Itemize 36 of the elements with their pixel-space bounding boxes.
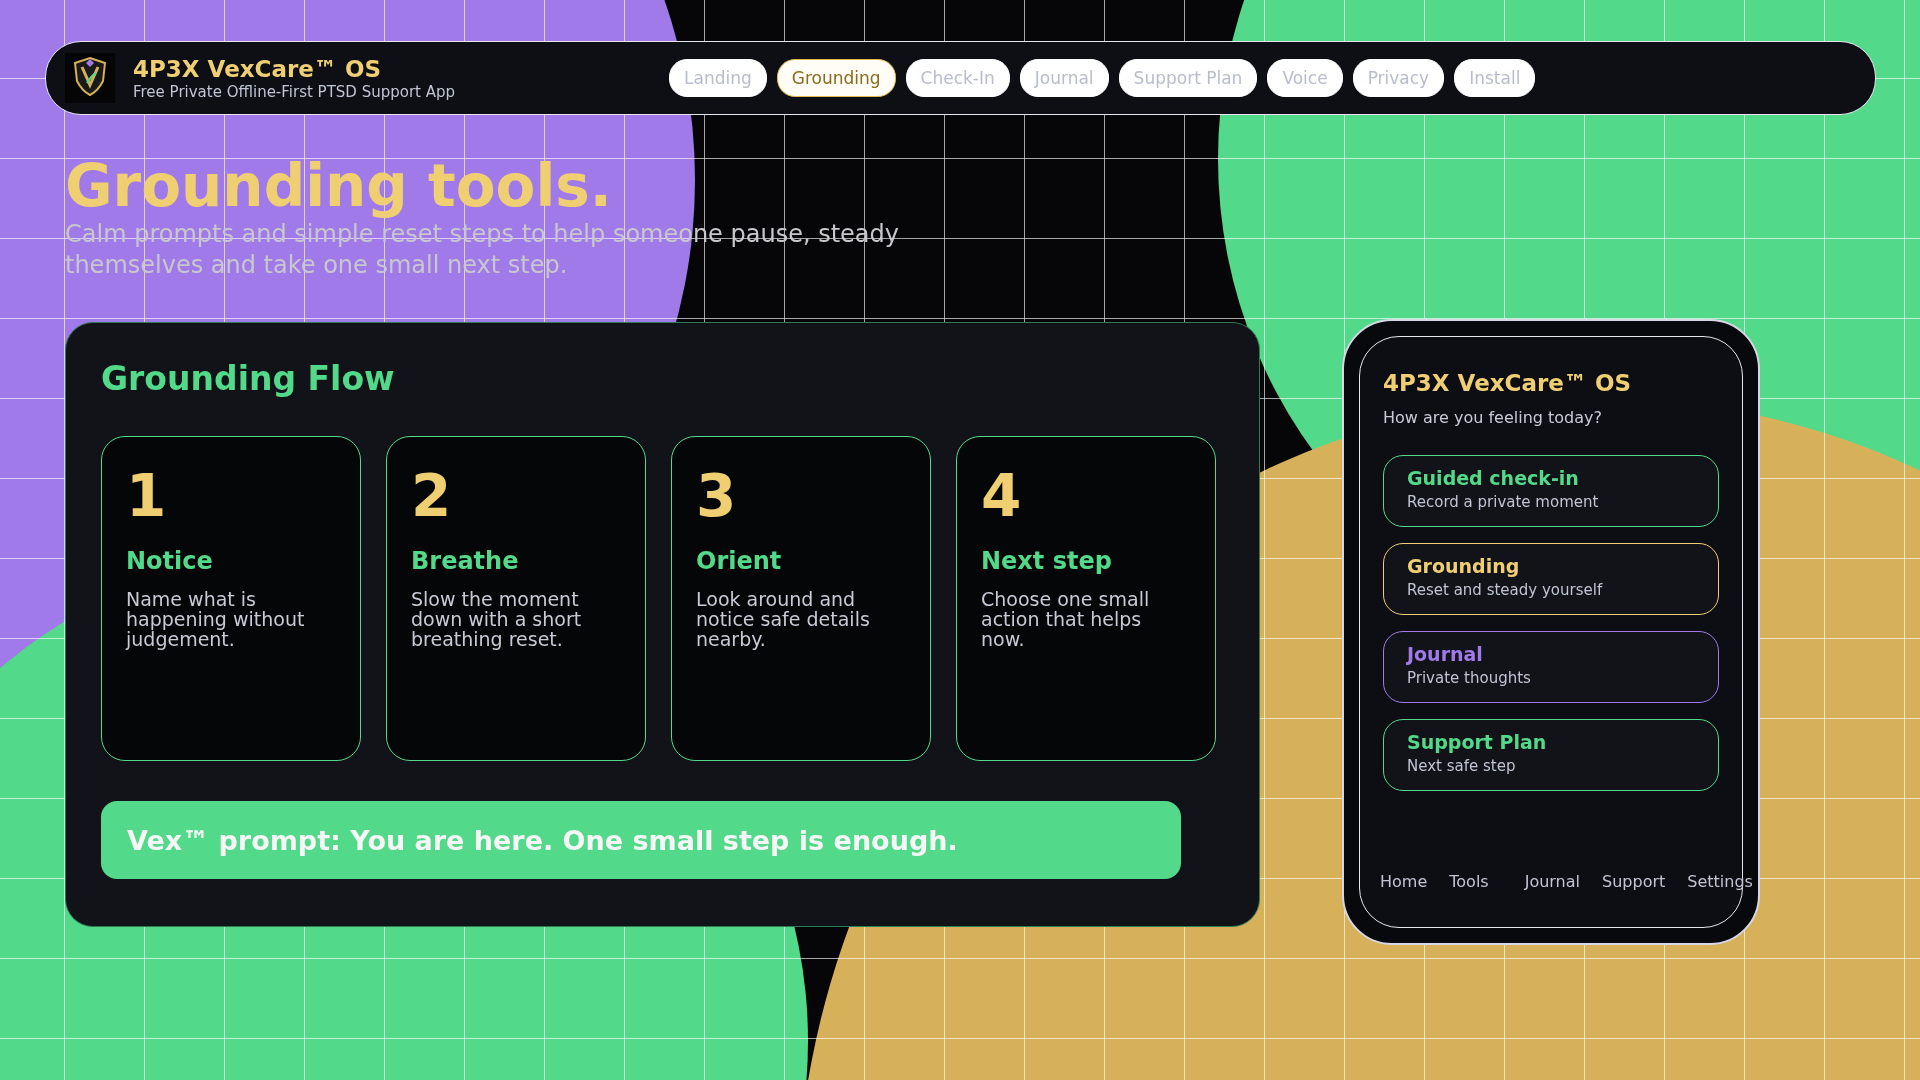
phone-question: How are you feeling today? (1383, 407, 1603, 429)
phone-app-title: 4P3X VexCare™ OS (1383, 369, 1633, 398)
prompt-text: Vex™ prompt: You are here. One small step is enough. (127, 824, 958, 856)
step-number: 1 (126, 463, 168, 529)
step-number: 4 (981, 463, 1023, 529)
step-description: Look around and notice safe details nearby. (696, 589, 871, 649)
step-number: 2 (411, 463, 453, 529)
menu-card-title: Journal (1407, 642, 1484, 666)
menu-card[interactable]: Journal Private thoughts (1383, 631, 1719, 703)
step-description: Name what is happening without judgement. (126, 589, 306, 649)
menu-card-subtitle: Reset and steady yourself (1407, 580, 1604, 600)
bottom-nav-tab[interactable]: Support (1602, 872, 1666, 891)
step-number: 3 (696, 463, 738, 529)
bottom-nav-tab[interactable]: Home (1380, 872, 1428, 891)
menu-card-title: Support Plan (1407, 730, 1548, 754)
app-title: 4P3X VexCare™ OS (133, 54, 383, 83)
shield-logo-icon (65, 53, 115, 103)
menu-card[interactable]: Guided check-in Record a private moment (1383, 455, 1719, 527)
menu-card-subtitle: Private thoughts (1407, 668, 1532, 688)
menu-card-title: Grounding (1407, 554, 1521, 578)
menu-card-subtitle: Next safe step (1407, 756, 1517, 776)
menu-card[interactable]: Grounding Reset and steady yourself (1383, 543, 1719, 615)
step-title: Next step (981, 546, 1113, 577)
step-title: Breathe (411, 546, 520, 577)
step-description: Choose one small action that helps now. (981, 589, 1151, 649)
menu-card-subtitle: Record a private moment (1407, 492, 1600, 512)
nav-tab[interactable]: Grounding (776, 59, 896, 97)
panel-title: Grounding Flow (101, 358, 396, 400)
step-description: Slow the moment down with a short breathing reset. (411, 589, 583, 649)
step-title: Orient (696, 546, 783, 577)
step-title: Notice (126, 546, 214, 577)
menu-card[interactable]: Support Plan Next safe step (1383, 719, 1719, 791)
bottom-nav-tab[interactable]: Tools (1449, 872, 1489, 891)
bottom-nav-tab[interactable]: Journal (1524, 872, 1580, 891)
menu-card-title: Guided check-in (1407, 466, 1580, 490)
app-tagline: Free Private Offline-First PTSD Support App (133, 82, 457, 102)
